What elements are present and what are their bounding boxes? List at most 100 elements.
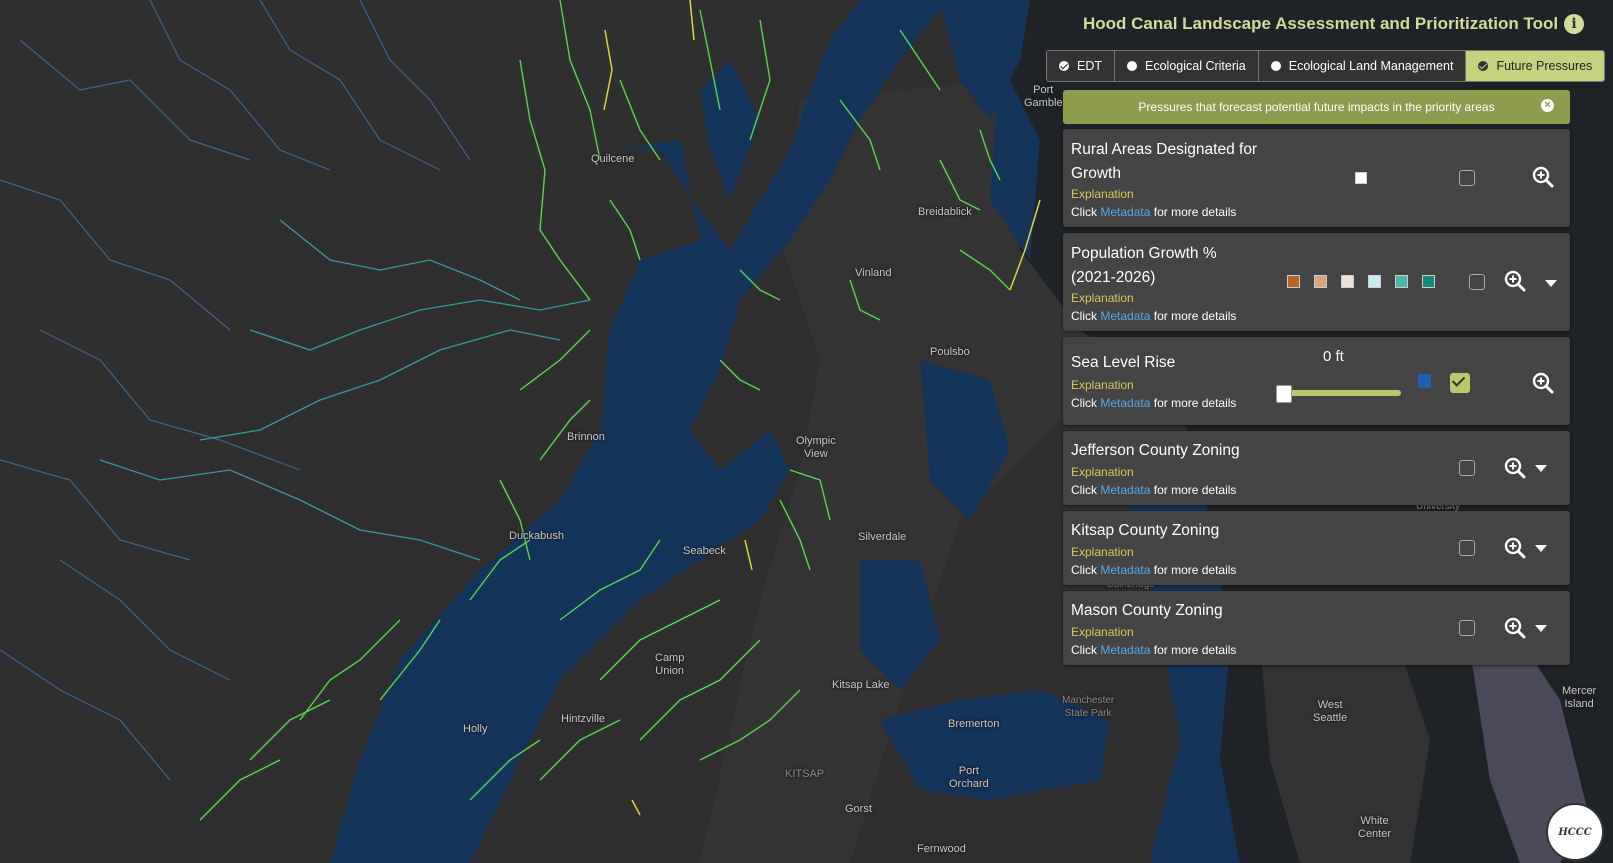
place-label: Breidablick: [918, 206, 972, 218]
slider-value: 0 ft: [1323, 348, 1344, 365]
metadata-line: Click Metadata for more details: [1071, 205, 1236, 219]
sea-level-slider-track[interactable]: [1283, 390, 1401, 396]
place-label: Camp Union: [655, 652, 685, 677]
metadata-link[interactable]: Metadata: [1100, 205, 1150, 219]
layer-name: Rural Areas Designated for Growth: [1071, 141, 1258, 182]
metadata-link[interactable]: Metadata: [1100, 483, 1150, 497]
chevron-down-icon[interactable]: [1535, 545, 1547, 552]
legend-swatch: [1418, 374, 1431, 388]
layer-name: Kitsap County Zoning: [1071, 522, 1220, 539]
app-title: Hood Canal Landscape Assessment and Prio…: [1083, 14, 1559, 33]
explanation-link[interactable]: Explanation: [1071, 625, 1134, 639]
metadata-line: Click Metadata for more details: [1071, 309, 1236, 323]
legend-swatch: [1355, 172, 1367, 184]
metadata-link[interactable]: Metadata: [1100, 563, 1150, 577]
legend-swatch: [1395, 275, 1408, 288]
layer-checkbox[interactable]: [1469, 274, 1485, 290]
metadata-link[interactable]: Metadata: [1100, 643, 1150, 657]
banner-text: Pressures that forecast potential future…: [1138, 100, 1495, 114]
layer-card-sea-level-rise: Sea Level Rise Explanation Click Metadat…: [1063, 337, 1570, 425]
more-text: for more details: [1153, 309, 1237, 323]
click-text: Click: [1071, 396, 1097, 410]
place-label: Bremerton: [948, 718, 1000, 730]
zoom-in-icon[interactable]: [1503, 616, 1527, 640]
more-text: for more details: [1153, 205, 1237, 219]
explanation-link[interactable]: Explanation: [1071, 545, 1134, 559]
layer-card-population-growth: Population Growth % (2021-2026) Explanat…: [1063, 233, 1570, 331]
place-label: KITSAP: [785, 768, 825, 780]
metadata-line: Click Metadata for more details: [1071, 483, 1236, 497]
layer-checkbox[interactable]: [1459, 620, 1475, 636]
zoom-in-icon[interactable]: [1531, 371, 1555, 395]
place-label: Quilcene: [591, 153, 635, 165]
chevron-down-icon[interactable]: [1535, 625, 1547, 632]
explanation-link[interactable]: Explanation: [1071, 291, 1134, 305]
layer-name: Sea Level Rise: [1071, 354, 1176, 371]
metadata-line: Click Metadata for more details: [1071, 643, 1236, 657]
place-label: Duckabush: [509, 530, 565, 542]
tab-label: Ecological Land Management: [1288, 59, 1454, 73]
chevron-down-icon[interactable]: [1545, 280, 1557, 287]
more-text: for more details: [1153, 643, 1237, 657]
info-icon[interactable]: i: [1564, 14, 1584, 34]
zoom-in-icon[interactable]: [1531, 165, 1555, 189]
tab-label: Future Pressures: [1496, 59, 1593, 73]
check-circle-icon: [1478, 61, 1489, 71]
place-label: Brinnon: [567, 431, 605, 443]
sea-level-slider-thumb[interactable]: [1276, 385, 1292, 403]
explanation-link[interactable]: Explanation: [1071, 465, 1134, 479]
click-text: Click: [1071, 483, 1097, 497]
legend-swatch: [1314, 275, 1327, 288]
layer-panel: Hood Canal Landscape Assessment and Prio…: [1046, 0, 1613, 863]
radio-icon: [1127, 61, 1137, 71]
tab-ecological-criteria[interactable]: Ecological Criteria: [1115, 51, 1259, 81]
more-text: for more details: [1153, 563, 1237, 577]
place-label: Olympic View: [796, 435, 836, 460]
place-label: Hintzville: [561, 713, 606, 725]
layer-name: Jefferson County Zoning: [1071, 442, 1240, 459]
click-text: Click: [1071, 205, 1097, 219]
legend-swatch: [1422, 275, 1435, 288]
zoom-in-icon[interactable]: [1503, 269, 1527, 293]
zoom-in-icon[interactable]: [1503, 536, 1527, 560]
place-label: Silverdale: [858, 531, 907, 543]
place-label: Holly: [463, 723, 488, 735]
click-text: Click: [1071, 563, 1097, 577]
place-label: Kitsap Lake: [832, 679, 890, 691]
metadata-line: Click Metadata for more details: [1071, 396, 1236, 410]
metadata-link[interactable]: Metadata: [1100, 309, 1150, 323]
click-text: Click: [1071, 643, 1097, 657]
layer-name: Population Growth % (2021-2026): [1071, 245, 1217, 286]
tab-edt[interactable]: EDT: [1047, 51, 1115, 81]
tab-bar: EDT Ecological Criteria Ecological Land …: [1046, 50, 1606, 82]
legend-swatch: [1368, 275, 1381, 288]
layer-checkbox[interactable]: [1459, 170, 1475, 186]
check-circle-icon: [1059, 61, 1069, 71]
metadata-link[interactable]: Metadata: [1100, 396, 1150, 410]
chevron-down-icon[interactable]: [1535, 465, 1547, 472]
explanation-link[interactable]: Explanation: [1071, 378, 1134, 392]
tab-label: Ecological Criteria: [1145, 59, 1246, 73]
zoom-in-icon[interactable]: [1503, 456, 1527, 480]
place-label: Fernwood: [917, 843, 966, 855]
legend-swatch: [1341, 275, 1354, 288]
layer-checkbox[interactable]: [1459, 460, 1475, 476]
layer-checkbox[interactable]: [1459, 540, 1475, 556]
layer-card-kitsap-zoning: Kitsap County Zoning Explanation Click M…: [1063, 511, 1570, 585]
place-label: Gorst: [845, 803, 872, 815]
close-icon[interactable]: ×: [1541, 99, 1554, 112]
explanation-link[interactable]: Explanation: [1071, 187, 1134, 201]
info-banner: Pressures that forecast potential future…: [1063, 90, 1570, 124]
radio-icon: [1270, 61, 1281, 71]
metadata-line: Click Metadata for more details: [1071, 563, 1236, 577]
tab-ecological-land-management[interactable]: Ecological Land Management: [1258, 51, 1467, 81]
layer-checkbox[interactable]: [1450, 373, 1470, 393]
place-label: Vinland: [855, 267, 892, 279]
more-text: for more details: [1153, 483, 1237, 497]
layer-card-jefferson-zoning: Jefferson County Zoning Explanation Clic…: [1063, 431, 1570, 505]
place-label: Poulsbo: [930, 346, 970, 358]
tab-future-pressures[interactable]: Future Pressures: [1466, 51, 1605, 81]
tab-label: EDT: [1077, 59, 1102, 73]
place-label: Seabeck: [683, 545, 726, 557]
layer-card-rural-areas: Rural Areas Designated for Growth Explan…: [1063, 129, 1570, 227]
